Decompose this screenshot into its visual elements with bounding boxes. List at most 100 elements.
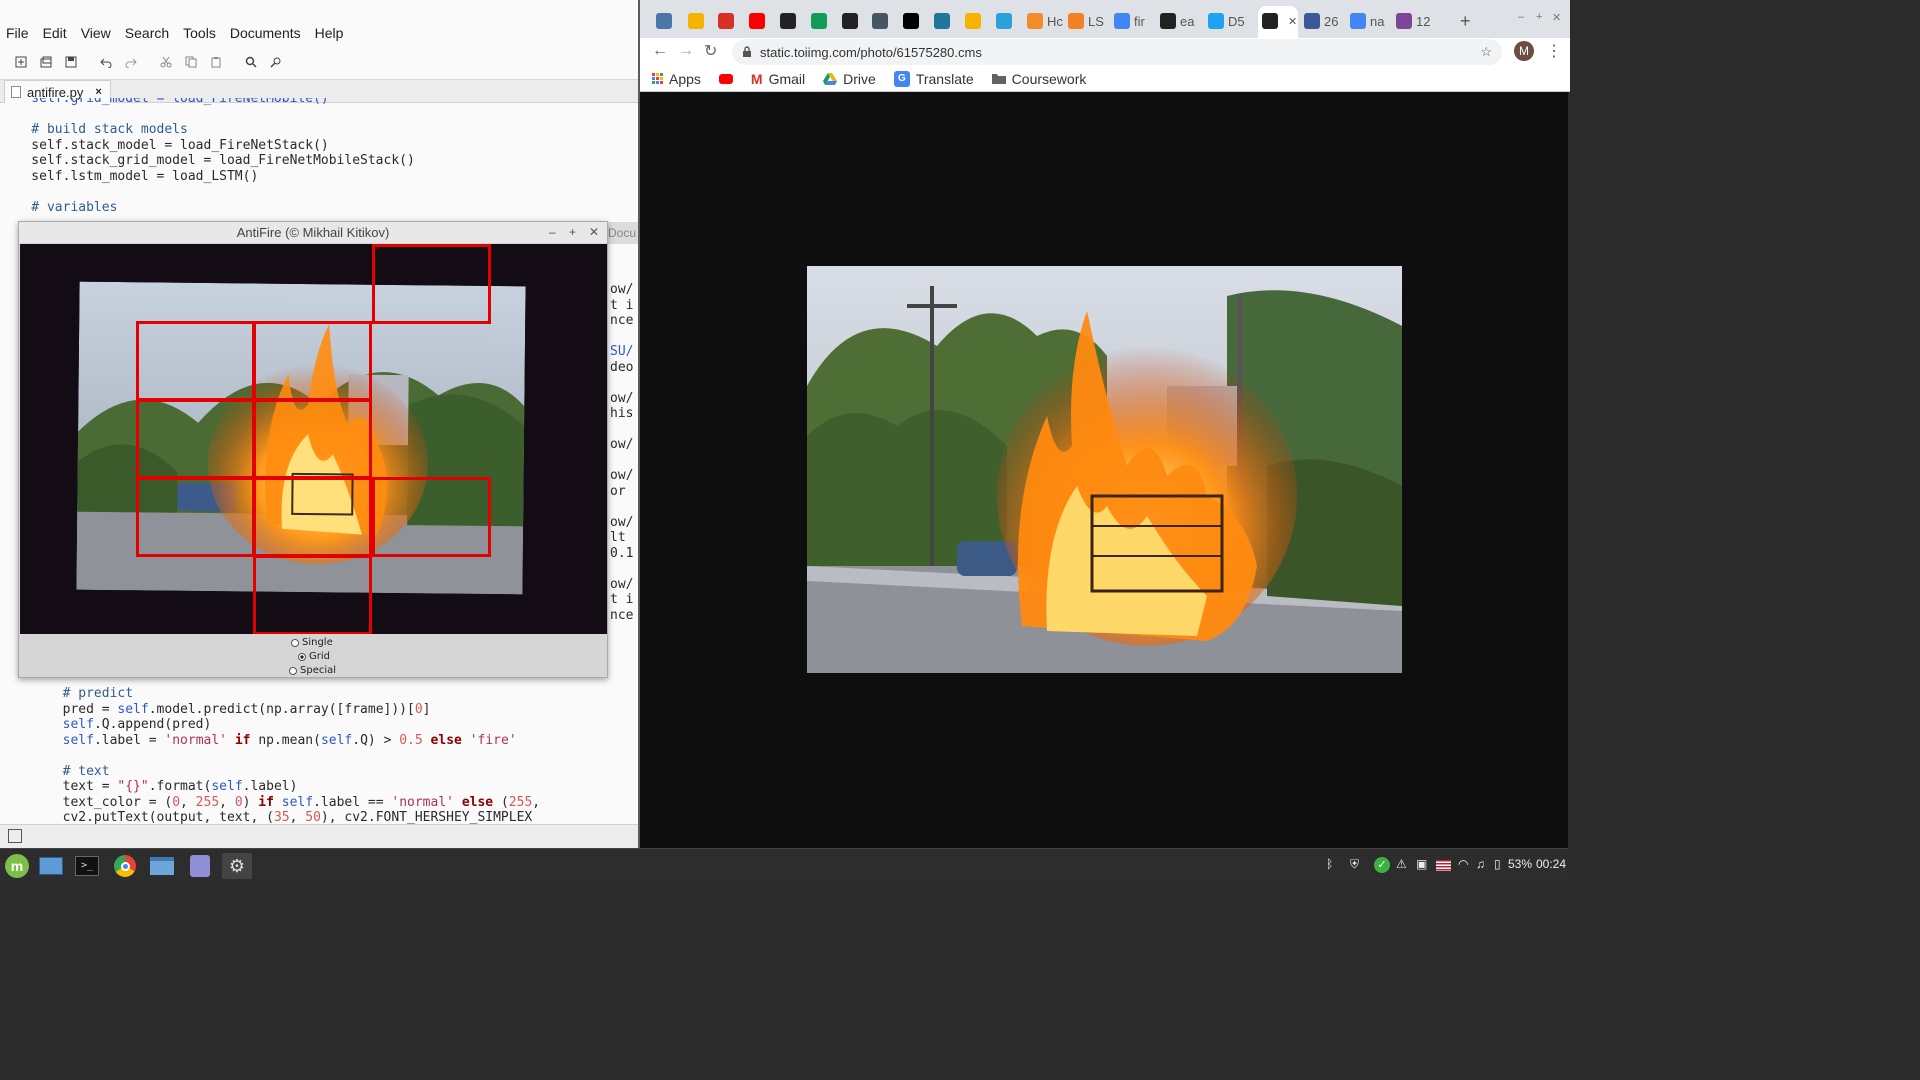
mint-menu-icon[interactable]: m	[2, 853, 32, 879]
open-file-icon[interactable]	[33, 50, 58, 74]
bluetooth-icon[interactable]: ᛒ	[1326, 857, 1333, 871]
show-desktop-icon[interactable]	[36, 853, 66, 879]
grid-cell-fire	[136, 321, 255, 401]
background-code-line	[610, 329, 633, 345]
close-tab-icon[interactable]: ×	[95, 86, 101, 98]
bookmark-drive[interactable]: Drive	[823, 71, 876, 87]
google-icon	[1114, 13, 1130, 29]
browser-tab[interactable]: ✕	[1262, 8, 1297, 34]
text-editor-icon[interactable]	[185, 853, 215, 879]
terminal-icon[interactable]: >_	[72, 853, 102, 879]
menu-tools[interactable]: Tools	[183, 25, 216, 41]
browser-tab[interactable]	[718, 8, 734, 34]
bookmark-gmail[interactable]: M Gmail	[751, 71, 805, 87]
shield-icon[interactable]: ⛨	[1350, 857, 1359, 872]
browser-tab[interactable]	[842, 8, 858, 34]
radio-special[interactable]: Special	[289, 665, 336, 676]
background-code-line: ow/	[610, 514, 634, 530]
minimize-icon[interactable]: –	[549, 225, 556, 239]
bookmark-star-icon[interactable]: ☆	[1480, 44, 1492, 60]
radio-grid[interactable]: Grid	[298, 651, 330, 662]
menu-kebab-icon[interactable]: ⋮	[1546, 41, 1562, 61]
background-code-line: t i	[610, 592, 634, 607]
files-icon[interactable]	[147, 853, 177, 879]
code-view-top[interactable]: self.grid_model = load_FireNetMobile() #…	[0, 98, 638, 222]
grid-cell-fire	[136, 399, 255, 479]
volume-icon[interactable]: ♫	[1476, 857, 1485, 871]
background-code-line: 0.1	[610, 545, 634, 561]
redo-icon[interactable]	[118, 50, 143, 74]
bookmark-translate[interactable]: G Translate	[893, 70, 974, 87]
radio-single[interactable]: Single	[291, 637, 333, 648]
browser-tab[interactable]	[811, 8, 827, 34]
battery-icon[interactable]: ▯	[1494, 857, 1501, 871]
keyboard-layout-flag-icon[interactable]	[1436, 860, 1451, 871]
maximize-icon[interactable]: +	[569, 225, 576, 239]
bookmark-apps[interactable]: Apps	[652, 71, 701, 87]
menu-search[interactable]: Search	[125, 25, 169, 41]
bookmark-coursework[interactable]: Coursework	[991, 71, 1086, 87]
side-panel-toggle-icon[interactable]	[8, 829, 22, 843]
browser-tab[interactable]	[965, 8, 981, 34]
browser-tab[interactable]	[872, 8, 888, 34]
reload-icon	[1027, 13, 1043, 29]
menu-help[interactable]: Help	[315, 25, 344, 41]
copy-icon[interactable]	[178, 50, 203, 74]
undo-icon[interactable]	[93, 50, 118, 74]
browser-tab[interactable]	[749, 8, 765, 34]
python-file-icon	[11, 86, 21, 98]
clock[interactable]: 00:24	[1536, 857, 1566, 871]
window-close-icon[interactable]: ✕	[1552, 4, 1561, 30]
menu-documents[interactable]: Documents	[230, 25, 301, 41]
browser-tab[interactable]	[688, 8, 704, 34]
browser-tab[interactable]: 26	[1304, 8, 1338, 34]
browser-tab[interactable]: na	[1350, 8, 1384, 34]
browser-tab[interactable]: 12	[1396, 8, 1430, 34]
new-tab-button[interactable]: +	[1460, 8, 1471, 34]
browser-tab[interactable]	[903, 8, 919, 34]
browser-tab[interactable]: fir	[1114, 8, 1145, 34]
update-ok-icon[interactable]: ✓	[1374, 857, 1390, 873]
browser-tab-title: ea	[1180, 13, 1195, 29]
doc-icon	[872, 13, 888, 29]
forward-icon[interactable]: →	[678, 42, 694, 60]
new-file-icon[interactable]	[8, 50, 33, 74]
cut-icon[interactable]	[153, 50, 178, 74]
drive-icon	[823, 72, 838, 85]
profile-avatar[interactable]: M	[1514, 41, 1534, 61]
browser-tab[interactable]	[934, 8, 950, 34]
settings-icon[interactable]: ⚙	[222, 853, 252, 879]
bookmark-youtube[interactable]	[718, 73, 733, 84]
menu-view[interactable]: View	[81, 25, 111, 41]
browser-tab-title: na	[1370, 13, 1385, 29]
antifire-title: AntiFire (© Mikhail Kitikov)	[19, 222, 607, 243]
code-view-bottom[interactable]: # predict pred = self.model.predict(np.a…	[0, 686, 638, 824]
browser-tab[interactable]: LS	[1068, 8, 1104, 34]
save-icon[interactable]	[58, 50, 83, 74]
close-tab-icon[interactable]: ✕	[1288, 15, 1297, 28]
grid-cell-fire	[253, 477, 372, 557]
window-minimize-icon[interactable]: –	[1518, 4, 1524, 30]
wifi-icon[interactable]: ◠	[1458, 857, 1468, 871]
window-maximize-icon[interactable]: +	[1536, 4, 1542, 30]
browser-tab[interactable]	[656, 8, 672, 34]
menu-bar: File Edit View Search Tools Documents He…	[0, 20, 638, 46]
clipboard-icon[interactable]: ▣	[1416, 857, 1427, 871]
reload-icon[interactable]: ↻	[704, 41, 717, 61]
back-icon[interactable]: ←	[652, 42, 668, 60]
browser-tab[interactable]: ea	[1160, 8, 1194, 34]
warning-icon[interactable]: ⚠	[1396, 857, 1407, 871]
replace-icon[interactable]	[263, 50, 288, 74]
browser-tab[interactable]	[780, 8, 796, 34]
menu-edit[interactable]: Edit	[43, 25, 67, 41]
background-code-line	[610, 561, 633, 577]
browser-tab[interactable]: Hc	[1027, 8, 1063, 34]
menu-file[interactable]: File	[6, 25, 29, 41]
close-icon[interactable]: ✕	[589, 225, 599, 239]
url-bar[interactable]: static.toiimg.com/photo/61575280.cms ☆	[732, 39, 1502, 65]
paste-icon[interactable]	[203, 50, 228, 74]
browser-tab[interactable]	[996, 8, 1012, 34]
search-icon[interactable]	[238, 50, 263, 74]
chrome-icon[interactable]	[110, 853, 140, 879]
browser-tab[interactable]: D5	[1208, 8, 1245, 34]
